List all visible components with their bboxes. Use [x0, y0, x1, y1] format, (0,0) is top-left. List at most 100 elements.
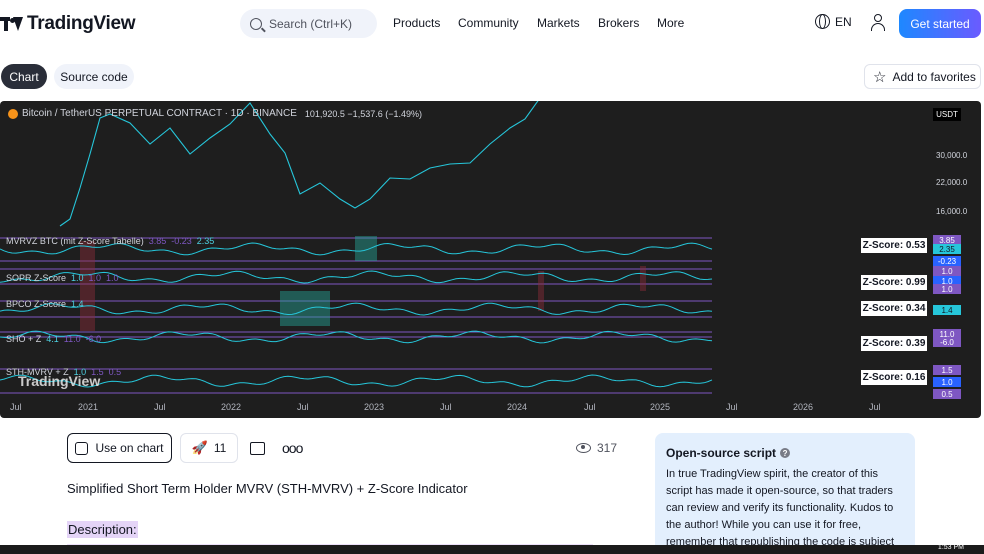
scale-tag: -0.23 [933, 256, 961, 266]
open-source-body: In true TradingView spirit, the creator … [666, 468, 895, 548]
indicator-name: SHO + Z [6, 334, 42, 344]
time-tick: 2021 [78, 402, 99, 412]
tab-source-code[interactable]: Source code [54, 64, 134, 89]
tradingview-logo[interactable]: TradingView [0, 12, 136, 36]
indicator-value: 4.1 [46, 334, 59, 344]
indicator-label-bpco[interactable]: BPCO Z-Score 1.4 [6, 299, 84, 309]
indicator-name: BPCO Z-Score [6, 299, 67, 309]
indicator-value: -6.0 [85, 334, 102, 344]
time-tick: Jul [297, 402, 309, 412]
use-on-chart-button[interactable]: Use on chart [67, 433, 172, 463]
user-icon[interactable] [870, 14, 886, 32]
indicator-line [0, 302, 713, 316]
taskbar-clock: 1:53 PM [937, 544, 964, 551]
time-tick: 2025 [650, 402, 671, 412]
indicator-label-mvrvz[interactable]: MVRVZ BTC (mit Z-Score Tabelle) 3.85 -0.23… [6, 236, 214, 246]
boost-count: 11 [213, 441, 227, 455]
tradingview-watermark: TradingView [18, 373, 101, 389]
highlight-zone [80, 241, 95, 331]
indicator-value: 1.0 [88, 273, 102, 283]
time-tick: Jul [584, 402, 596, 412]
time-tick: 2023 [364, 402, 385, 412]
language-label: EN [835, 14, 852, 29]
open-source-title: Open-source script ? [666, 446, 904, 460]
z-score-box: Z-Score: 0.39 [861, 336, 927, 351]
boost-button[interactable]: 🚀 11 [180, 433, 238, 463]
indicator-value: 3.85 [148, 236, 167, 246]
highlight-zone [538, 271, 544, 311]
time-tick: 2024 [507, 402, 528, 412]
language-selector[interactable]: EN [815, 14, 852, 29]
time-tick: 2026 [793, 402, 814, 412]
price-tick: 22,000.0 [936, 178, 968, 187]
comment-icon[interactable] [250, 441, 265, 455]
indicator-value: 11.0 [63, 334, 81, 344]
time-tick: Jul [10, 402, 22, 412]
z-score-box: Z-Score: 0.53 [861, 238, 927, 253]
time-tick: Jul [726, 402, 738, 412]
chart-panel[interactable]: Bitcoin / TetherUS PERPETUAL CONTRACT · … [0, 101, 981, 418]
indicator-value: 1.4 [71, 299, 84, 309]
open-source-title-text: Open-source script [666, 446, 777, 460]
help-icon[interactable]: ? [780, 448, 791, 458]
search-placeholder: Search (Ctrl+K) [269, 16, 353, 31]
scale-tag: -6.0 [933, 337, 961, 347]
highlight-zone [280, 291, 330, 326]
nav-products[interactable]: Products [393, 16, 440, 30]
highlight-zone [640, 266, 646, 291]
symbol-header[interactable]: Bitcoin / TetherUS PERPETUAL CONTRACT · … [8, 108, 422, 119]
nav-more[interactable]: More [657, 16, 684, 30]
add-to-favorites-button[interactable]: ☆ Add to favorites [864, 64, 981, 89]
indicator-label-sho[interactable]: SHO + Z 4.1 11.0 -6.0 [6, 334, 101, 344]
z-score-box: Z-Score: 0.99 [861, 275, 927, 290]
indicator-lines [0, 242, 713, 388]
get-started-button[interactable]: Get started [899, 9, 981, 38]
indicator-value: -0.23 [171, 236, 192, 246]
script-title: Simplified Short Term Holder MVRV (STH-M… [67, 481, 468, 496]
eye-icon [576, 443, 591, 453]
price-line [59, 101, 539, 227]
favorites-label: Add to favorites [892, 69, 976, 84]
indicator-value: 2.35 [196, 236, 215, 246]
time-tick: 2022 [221, 402, 242, 412]
scale-tag: 1.4 [933, 305, 961, 315]
use-on-chart-label: Use on chart [95, 441, 164, 455]
search-input[interactable]: Search (Ctrl+K) [240, 9, 377, 38]
z-score-box: Z-Score: 0.16 [861, 370, 927, 385]
scale-tag: 1.0 [933, 266, 961, 276]
indicator-name: MVRVZ BTC (mit Z-Score Tabelle) [6, 236, 144, 246]
star-icon: ☆ [873, 68, 887, 86]
indicator-label-sopr[interactable]: SOPR Z-Score 1.0 1.0 1.0 [6, 273, 119, 283]
more-options-icon[interactable]: ooo [282, 440, 303, 456]
nav-community[interactable]: Community [458, 16, 519, 30]
nav-markets[interactable]: Markets [537, 16, 580, 30]
views-value: 317 [597, 441, 618, 455]
top-navigation: TradingView Search (Ctrl+K) Products Com… [0, 0, 984, 48]
bitcoin-icon [8, 108, 18, 119]
scale-tag: 0.5 [933, 389, 961, 399]
open-source-card: Open-source script ? In true TradingView… [655, 433, 915, 554]
scale-tag: 2.35 [933, 244, 961, 254]
scale-tag: 1.0 [933, 284, 961, 294]
indicator-name: SOPR Z-Score [6, 273, 67, 283]
indicator-value: 1.0 [71, 273, 84, 283]
price-tick: 16,000.0 [936, 207, 968, 216]
nav-brokers[interactable]: Brokers [598, 16, 639, 30]
search-icon [250, 17, 262, 30]
currency-badge: USDT [933, 108, 961, 121]
time-tick: Jul [440, 402, 452, 412]
logo-text: TradingView [27, 13, 136, 34]
symbol-quote: 101,920.5 −1,537.6 (−1.49%) [304, 108, 422, 119]
rocket-icon: 🚀 [191, 440, 208, 455]
indicator-value: 0.5 [108, 367, 122, 377]
os-taskbar: 1:53 PM [0, 544, 984, 554]
script-actions: Use on chart 🚀 11 ooo [67, 433, 303, 463]
scale-tag: 1.5 [933, 365, 961, 375]
view-count: 317 [576, 441, 617, 455]
tradingview-logo-icon [0, 17, 23, 31]
time-tick: Jul [154, 402, 166, 412]
highlight-zone [355, 236, 377, 261]
symbol-name: Bitcoin / TetherUS PERPETUAL CONTRACT · … [22, 108, 297, 119]
time-tick: Jul [869, 402, 881, 412]
tab-chart[interactable]: Chart [1, 64, 47, 89]
